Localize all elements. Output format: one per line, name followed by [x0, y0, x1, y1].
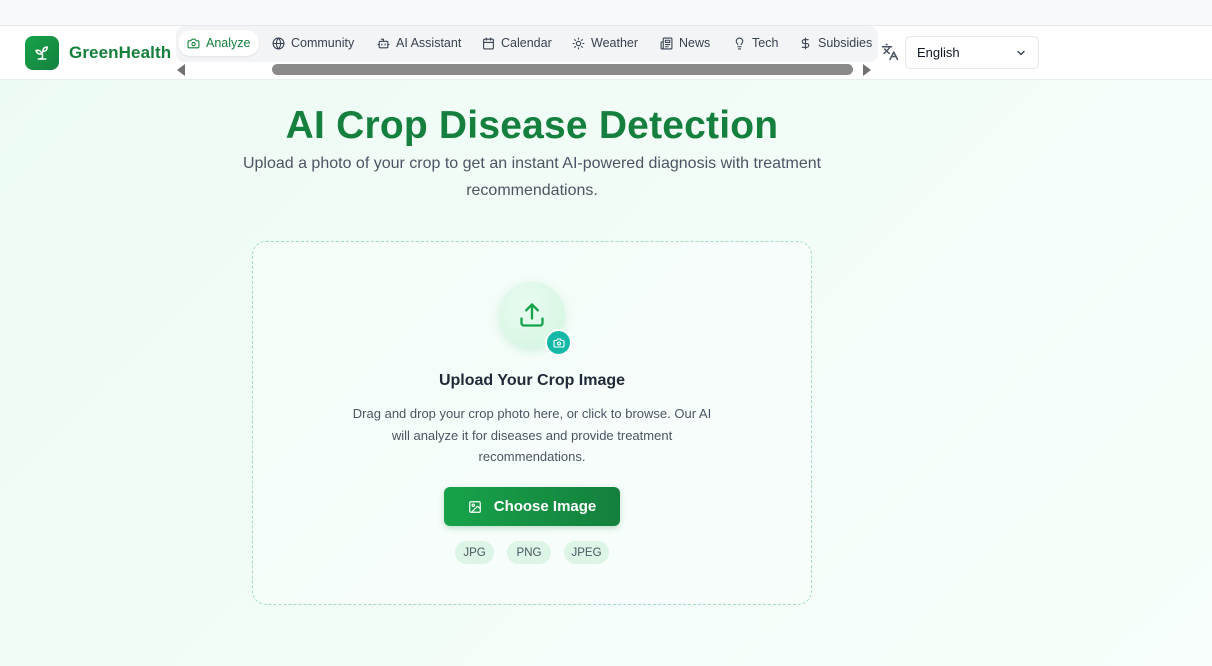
image-icon: [468, 500, 481, 513]
tab-subsidies[interactable]: Subsidies: [790, 30, 881, 56]
format-badge-png: PNG: [507, 541, 551, 564]
nav-tabs: Analyze Community AI Assistant Calendar …: [176, 26, 878, 62]
tab-label: Calendar: [501, 36, 552, 50]
newspaper-icon: [660, 37, 673, 49]
format-badge-jpeg: JPEG: [564, 541, 609, 564]
tab-label: Weather: [591, 36, 639, 50]
tabs-scrollbar-thumb[interactable]: [272, 64, 853, 75]
dollar-icon: [801, 37, 810, 49]
format-badge-jpg: JPG: [455, 541, 494, 564]
browser-top-strip: [0, 0, 1212, 26]
navbar: GreenHealth Analyze Community AI Assista…: [0, 26, 1212, 80]
tab-ai-assistant[interactable]: AI Assistant: [368, 30, 470, 56]
camera-icon: [552, 337, 565, 348]
tab-label: News: [679, 36, 711, 50]
sun-icon: [572, 37, 585, 49]
camera-badge: [545, 329, 572, 356]
tab-label: AI Assistant: [396, 36, 462, 50]
upload-description: Drag and drop your crop photo here, or c…: [352, 406, 712, 464]
scroll-right-arrow-icon[interactable]: [862, 64, 872, 76]
tab-news[interactable]: News: [651, 30, 719, 56]
tab-analyze[interactable]: Analyze: [178, 30, 260, 56]
tab-label: Analyze: [206, 36, 251, 50]
upload-title: Upload Your Crop Image: [438, 372, 626, 389]
choose-image-label: Choose Image: [493, 498, 597, 515]
calendar-icon: [483, 37, 494, 49]
tab-calendar[interactable]: Calendar: [473, 30, 561, 56]
tab-label: Tech: [752, 36, 779, 50]
tab-label: Subsidies: [818, 36, 873, 50]
tab-weather[interactable]: Weather: [563, 30, 647, 56]
translate-icon: [881, 43, 899, 61]
tab-label: Community: [291, 36, 355, 50]
page-subtitle: Upload a photo of your crop to get an in…: [242, 155, 822, 199]
page-title: AI Crop Disease Detection: [285, 104, 779, 147]
language-selected-value: English: [917, 45, 960, 60]
bot-icon: [377, 38, 390, 48]
globe-icon: [272, 37, 285, 49]
sprout-icon: [35, 46, 48, 60]
language-select[interactable]: English: [905, 36, 1039, 69]
scroll-left-arrow-icon[interactable]: [176, 64, 186, 76]
tab-tech[interactable]: Tech: [724, 30, 787, 56]
choose-image-button[interactable]: Choose Image: [444, 487, 620, 526]
chevron-down-icon: [1017, 50, 1025, 56]
logo[interactable]: [25, 36, 59, 70]
upload-icon: [520, 303, 544, 327]
lightbulb-icon: [735, 37, 744, 49]
brand-name[interactable]: GreenHealth: [69, 43, 171, 63]
camera-icon: [187, 38, 200, 48]
tab-community[interactable]: Community: [263, 30, 363, 56]
